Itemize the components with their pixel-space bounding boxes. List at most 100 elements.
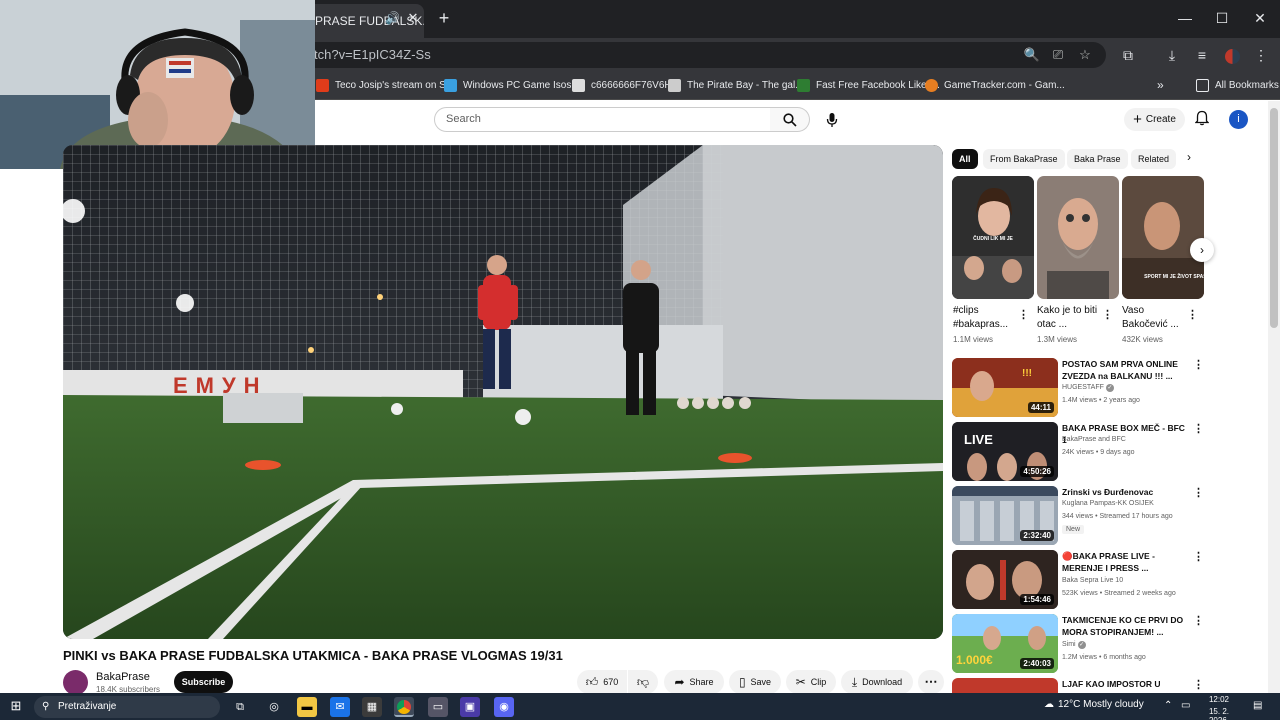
short-thumbnail[interactable] xyxy=(1037,176,1119,299)
chip-baka-prase[interactable]: Baka Prase xyxy=(1067,149,1128,169)
scrollbar-thumb[interactable] xyxy=(1270,108,1278,328)
more-vertical-icon[interactable]: ⋮ xyxy=(1193,422,1204,435)
bookmarks-overflow-icon[interactable]: » xyxy=(1157,76,1164,94)
more-vertical-icon[interactable]: ⋮ xyxy=(1193,614,1204,627)
new-tab-button[interactable]: + xyxy=(434,8,454,28)
thumbs-down-icon: 👎︎ xyxy=(636,674,650,689)
more-vertical-icon[interactable]: ⋮ xyxy=(1193,486,1204,499)
short-title[interactable]: #clips #bakapras... xyxy=(953,304,1015,332)
bookmark-item[interactable]: c6666666F76V6H xyxy=(572,76,672,94)
video-thumbnail[interactable]: 1.000€ 2:40:03 xyxy=(952,614,1058,673)
zoom-icon[interactable]: 🔍 xyxy=(1022,45,1042,65)
more-vertical-icon[interactable]: ⋮ xyxy=(1018,308,1029,321)
discord-icon[interactable]: ◉ xyxy=(494,697,514,717)
short-thumbnail[interactable]: SPORT MI JE ŽIVOT SPASIO xyxy=(1122,176,1204,299)
search-input[interactable]: Search xyxy=(434,107,771,132)
video-title-link[interactable]: TAKMICENJE KO CE PRVI DO MORA STOPIRANJE… xyxy=(1062,614,1186,638)
video-thumbnail[interactable]: 2:32:40 xyxy=(952,486,1058,545)
file-explorer-icon[interactable]: ▬ xyxy=(297,697,317,717)
bookmark-item[interactable]: Fast Free Facebook Likes... xyxy=(797,76,940,94)
avatar-letter: i xyxy=(1237,113,1240,125)
chip-related[interactable]: Related xyxy=(1131,149,1176,169)
profile-icon[interactable] xyxy=(1221,45,1243,65)
microphone-icon xyxy=(826,113,838,128)
bookmark-star-icon[interactable]: ☆ xyxy=(1075,45,1095,65)
short-title[interactable]: Vaso Bakočević ... xyxy=(1122,304,1184,332)
more-vertical-icon[interactable]: ⋮ xyxy=(1193,358,1204,371)
channel-name[interactable]: Simi ✓ xyxy=(1062,641,1086,649)
search-button[interactable] xyxy=(770,107,810,132)
more-vertical-icon[interactable]: ⋮ xyxy=(1193,678,1204,691)
clip-button[interactable]: ✂ Clip xyxy=(786,670,836,694)
mail-icon[interactable]: ✉ xyxy=(330,697,350,717)
chip-all[interactable]: All xyxy=(952,149,978,169)
more-vertical-icon[interactable]: ⋮ xyxy=(1187,308,1198,321)
maximize-button[interactable]: ☐ xyxy=(1212,8,1232,28)
save-button[interactable]: ▯ Save xyxy=(729,670,781,694)
task-view-icon[interactable]: ⧉ xyxy=(230,697,250,717)
taskbar-search-input[interactable]: ⚲ Pretraživanje xyxy=(34,696,220,718)
app-icon[interactable]: ▣ xyxy=(460,697,480,717)
network-icon[interactable]: ▭ xyxy=(1181,700,1190,711)
more-actions-button[interactable]: ⋯ xyxy=(918,670,944,694)
bookmark-item[interactable]: Teco Josip's stream on S... xyxy=(316,76,454,94)
like-button[interactable]: 👍︎ 670 xyxy=(577,670,627,694)
more-vertical-icon[interactable]: ⋮ xyxy=(1193,550,1204,563)
video-title-link[interactable]: 🔴BAKA PRASE LIVE - MERENJE I PRESS ... xyxy=(1062,550,1186,574)
create-button[interactable]: + Create xyxy=(1124,108,1185,131)
all-bookmarks-button[interactable]: All Bookmarks xyxy=(1196,76,1279,94)
address-bar[interactable]: tch?v=E1pIC34Z-Ss xyxy=(296,42,1106,68)
shorts-next-button[interactable]: › xyxy=(1190,238,1214,262)
download-icon[interactable]: ⤓ xyxy=(1161,45,1183,65)
channel-name[interactable]: HUGESTAFF ✓ xyxy=(1062,384,1114,392)
video-thumbnail[interactable] xyxy=(952,678,1058,693)
store-icon[interactable]: ▦ xyxy=(362,697,382,717)
media-controls-icon[interactable]: ≡ xyxy=(1191,45,1213,65)
weather-widget[interactable]: ☁ 12°C Mostly cloudy xyxy=(1044,699,1144,710)
dislike-button[interactable]: 👎︎ xyxy=(628,670,658,694)
channel-name[interactable]: Kuglana Pampas-KK OSIJEK xyxy=(1062,500,1154,507)
clock-date[interactable]: 15. 2. 2026. xyxy=(1198,707,1240,725)
channel-name[interactable]: BakaPrase xyxy=(96,671,150,683)
windows-start-icon[interactable]: ⊞ xyxy=(8,698,24,714)
video-title-link[interactable]: LJAF KAO IMPOSTOR U xyxy=(1062,678,1186,690)
channel-avatar[interactable] xyxy=(63,670,88,695)
short-title[interactable]: Kako je to biti otac ... xyxy=(1037,304,1099,332)
video-thumbnail[interactable]: LIVE 4:50:26 xyxy=(952,422,1058,481)
chevron-right-icon[interactable]: › xyxy=(1182,150,1196,168)
video-player[interactable]: ЕМУН xyxy=(63,145,943,639)
tray-overflow-icon[interactable]: ⌃ xyxy=(1164,700,1172,711)
app-icon[interactable]: ▭ xyxy=(428,697,448,717)
verified-check-icon: ✓ xyxy=(1077,641,1086,649)
minimize-button[interactable]: — xyxy=(1175,8,1195,28)
close-window-button[interactable]: ✕ xyxy=(1250,8,1270,28)
bookmark-item[interactable]: GameTracker.com - Gam... xyxy=(925,76,1065,94)
extensions-icon[interactable]: ⧉ xyxy=(1117,45,1139,65)
more-vertical-icon[interactable]: ⋮ xyxy=(1102,308,1113,321)
chip-from-bakaprase[interactable]: From BakaPrase xyxy=(983,149,1065,169)
subscribe-button[interactable]: Subscribe xyxy=(174,671,233,693)
video-thumbnail[interactable]: 1:54:46 xyxy=(952,550,1058,609)
video-title-link[interactable]: POSTAO SAM PRVA ONLINE ZVEZDA na BALKANU… xyxy=(1062,358,1186,382)
clock-time[interactable]: 12:02 xyxy=(1204,695,1234,704)
download-button[interactable]: ⤓ Download xyxy=(841,670,913,694)
channel-name[interactable]: Baka Sepra Live 10 xyxy=(1062,577,1123,584)
video-thumbnail[interactable]: !!! 44:11 xyxy=(952,358,1058,417)
short-thumbnail[interactable]: ČUDNI LIK MI JE xyxy=(952,176,1034,299)
app-icon[interactable]: ◎ xyxy=(264,697,284,717)
notifications-icon[interactable]: ▤ xyxy=(1253,700,1262,711)
install-app-icon[interactable]: ⎚ xyxy=(1048,45,1068,65)
account-avatar[interactable]: i xyxy=(1229,110,1248,129)
share-button[interactable]: ➦ Share xyxy=(664,670,724,694)
voice-search-button[interactable] xyxy=(820,107,844,132)
notifications-bell-icon[interactable] xyxy=(1193,110,1211,128)
bookmark-item[interactable]: Windows PC Game Isos... xyxy=(444,76,580,94)
chrome-icon[interactable] xyxy=(394,697,414,717)
bookmark-item[interactable]: The Pirate Bay - The gal... xyxy=(668,76,804,94)
clip-label: Clip xyxy=(810,677,827,687)
menu-kebab-icon[interactable]: ⋮ xyxy=(1250,45,1272,65)
channel-name[interactable]: BakaPrase and BFC xyxy=(1062,436,1126,443)
close-tab-icon[interactable]: ✕ xyxy=(405,10,421,26)
speaker-icon[interactable]: 🔊 xyxy=(385,11,400,25)
video-title-link[interactable]: Zrinski vs Đurđenovac xyxy=(1062,486,1186,498)
